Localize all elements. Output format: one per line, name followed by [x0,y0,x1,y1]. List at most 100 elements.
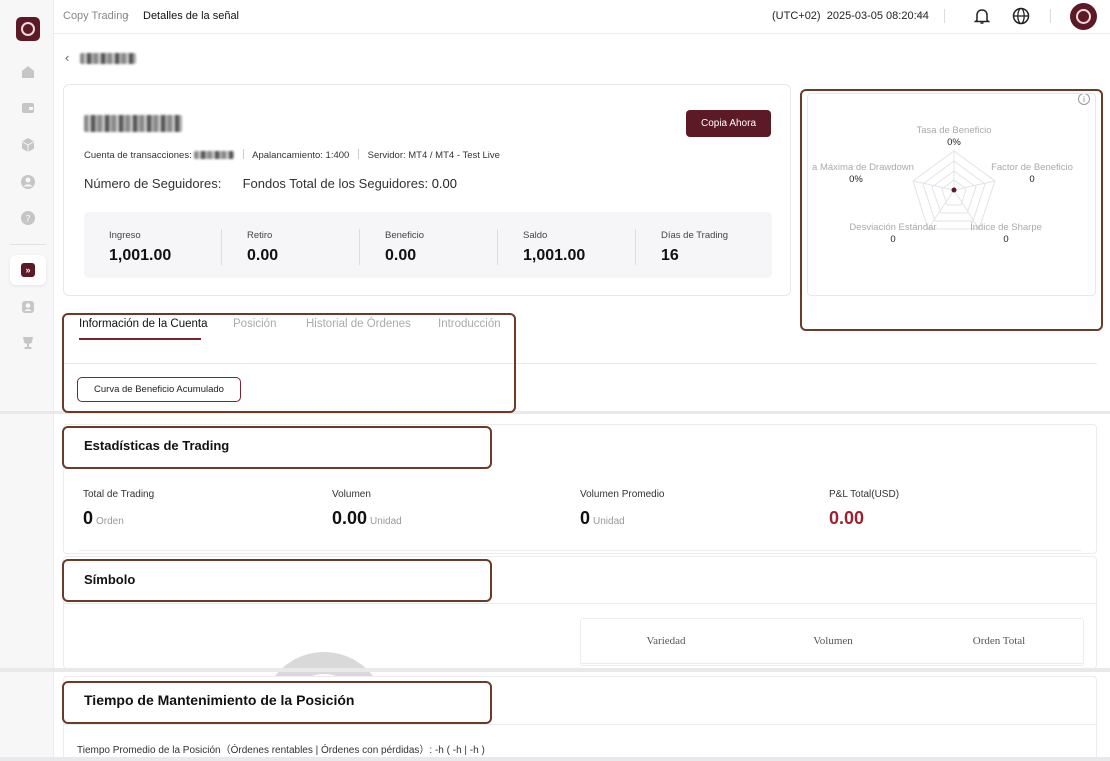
copy-trading-glyph: » [21,263,35,277]
brand-logo[interactable] [16,17,40,41]
avatar[interactable] [1070,3,1097,30]
stat-label: Días de Trading [661,230,729,241]
tab-introduction[interactable]: Introducción [438,318,501,330]
stat-value: 0.00 [247,247,279,264]
stat-label: Retiro [247,230,273,241]
breadcrumb-chevron-icon: › [125,8,129,22]
chevron-down-icon[interactable]: ⌵ [916,8,924,21]
stat-value: 1,001.00 [109,247,172,264]
stat-label: Saldo [523,230,548,241]
breadcrumb-current: Detalles de la señal [143,10,240,22]
section-separator [0,668,1110,672]
divider [497,229,498,265]
unit-text: Orden [96,516,124,527]
value-text: 0 [83,508,94,528]
funds-value: 0.00 [431,176,457,191]
radar-value-sharpe: 0 [1003,234,1009,245]
divider [79,550,1081,551]
user-icon[interactable] [19,173,37,191]
radar-value-profit-factor: 0 [1029,174,1035,185]
stat-value: 16 [661,247,679,264]
radar-value-win-rate: 0% [947,137,961,148]
copy-now-button[interactable]: Copia Ahora [686,110,771,137]
total-trading-label: Total de Trading [83,489,155,500]
divider [944,9,945,23]
total-pnl-value: 0.00 [829,508,865,528]
radar-value-max-drawdown: 0% [849,174,863,185]
tab-order-history[interactable]: Historial de Órdenes [306,318,411,330]
top-bar: Copy Trading › Detalles de la señal (UTC… [54,0,1110,34]
volume-label: Volumen [332,489,371,500]
bell-icon[interactable] [972,6,992,26]
divider [635,229,636,265]
radar-label-max-drawdown: a Máxima de Drawdown [812,162,914,173]
unit-text: Unidad [593,516,625,527]
help-icon[interactable]: ? [19,209,37,227]
divider [359,229,360,265]
funds-label: Fondos Total de los Seguidores: [242,176,429,191]
cumulative-profit-curve-button[interactable]: Curva de Beneficio Acumulado [77,377,241,402]
column-volume: Volumen [813,635,853,647]
followers-label: Número de Seguidores: [84,176,222,191]
signal-name-blurred [80,53,136,64]
radar-label-profit-factor: Factor de Beneficio [991,162,1073,173]
svg-text:?: ? [25,214,30,225]
column-total-orders: Orden Total [972,635,1026,647]
section-separator [0,411,1110,414]
total-pnl-label: P&L Total(USD) [829,489,900,500]
stat-value: 1,001.00 [523,247,586,264]
value-text: 0.00 [332,508,368,528]
breadcrumb-copy-trading[interactable]: Copy Trading [63,10,128,22]
datetime-label: 2025-03-05 08:20:44 [826,10,929,22]
signal-title-blurred [84,115,182,132]
server: Servidor: MT4 / MT4 - Test Live [367,150,500,161]
followers-row: Número de Seguidores: Fondos Total de lo… [84,176,457,191]
tab-account-info[interactable]: Información de la Cuenta [79,318,208,330]
volume-value: 0.00 Unidad [332,508,402,529]
avg-volume-label: Volumen Promedio [580,489,665,500]
divider [1050,9,1051,23]
stat-label: Ingreso [109,230,141,241]
symbol-title: Símbolo [84,572,136,587]
wallet-icon[interactable] [19,99,37,117]
section-separator [0,757,1110,761]
divider [221,229,222,265]
radar-label-win-rate: Tasa de Beneficio [916,125,992,136]
sidebar: ? » [0,0,54,761]
globe-icon[interactable] [1011,6,1031,26]
tab-position[interactable]: Posición [233,318,276,330]
unit-text: Unidad [370,516,402,527]
account-icon[interactable] [19,298,37,316]
leverage: Apalancamiento: 1:400 [252,150,350,161]
cube-icon[interactable] [19,136,37,154]
account-label: Cuenta de transacciones: [84,150,192,161]
radar-value-std-dev: 0 [890,234,896,245]
symbol-table: Variedad Volumen Orden Total [580,618,1084,666]
sidebar-divider [10,244,46,245]
divider [64,603,1096,604]
holding-time-title: Tiempo de Mantenimiento de la Posición [84,692,355,708]
column-variety: Variedad [646,635,686,647]
stat-label: Beneficio [385,230,425,241]
account-meta: Cuenta de transacciones: Apalancamiento:… [84,149,500,161]
divider [64,724,1096,725]
radar-label-std-dev: Desviación Estándar [849,222,937,233]
total-trading-value: 0 Orden [83,508,124,529]
timezone-label: (UTC+02) [772,10,821,22]
timezone-datetime[interactable]: (UTC+02) 2025-03-05 08:20:44 [772,10,929,22]
home-icon[interactable] [19,63,37,81]
radar-card: i Tasa de Beneficio 0% Factor de Benefic… [807,93,1096,296]
stat-value: 0.00 [385,247,417,264]
divider [581,663,1083,664]
active-tab-indicator [79,338,201,340]
tabs-divider [63,363,1097,364]
trading-stats-title: Estadísticas de Trading [84,438,230,453]
signal-info-card: Copia Ahora Cuenta de transacciones: Apa… [63,84,791,296]
avg-holding-time: Tiempo Promedio de la Posición（Órdenes r… [77,745,485,756]
back-chevron-icon[interactable]: ‹ [65,50,69,65]
value-text: 0 [580,508,591,528]
avg-volume-value: 0 Unidad [580,508,625,529]
trophy-icon[interactable] [19,334,37,352]
copy-trading-icon[interactable]: » [10,255,46,285]
radar-label-sharpe: Índice de Sharpe [970,222,1042,233]
